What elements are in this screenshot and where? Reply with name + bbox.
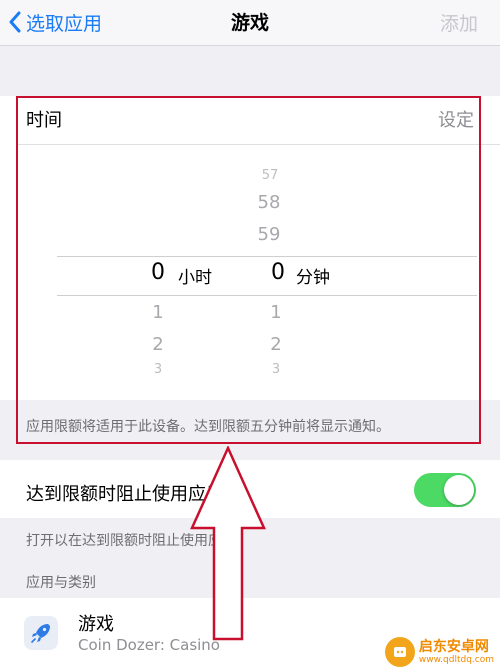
time-limit-footnote: 应用限额将适用于此设备。达到限额五分钟前将显示通知。	[26, 419, 390, 435]
navigation-bar: 选取应用 游戏 添加	[0, 0, 500, 46]
block-at-limit-footnote: 打开以在达到限额时阻止使用应用。	[26, 533, 250, 549]
picker-hour-option[interactable]: 2	[138, 334, 178, 355]
picker-hours-unit: 小时	[178, 268, 212, 288]
watermark: 启东安卓网 www.qdltdq.com	[384, 637, 494, 667]
watermark-url: www.qdltdq.com	[418, 654, 494, 665]
divider	[16, 144, 500, 145]
switch-knob	[444, 475, 474, 505]
picker-hour-option[interactable]: 59	[249, 224, 289, 245]
page-title: 游戏	[230, 12, 269, 34]
add-button[interactable]: 添加	[440, 9, 478, 36]
apps-section-header: 应用与类别	[26, 575, 96, 591]
picker-hour-option[interactable]: 1	[138, 302, 178, 323]
picker-minutes-selected[interactable]: 0	[258, 260, 298, 285]
block-at-limit-row: 达到限额时阻止使用应用	[0, 460, 500, 518]
picker-selection-line	[57, 256, 477, 257]
picker-selection-line	[57, 295, 477, 296]
watermark-name: 启东安卓网	[418, 638, 489, 655]
picker-minutes-unit: 分钟	[296, 268, 330, 288]
picker-minute-option[interactable]: 2	[256, 334, 296, 355]
picker-minute-option[interactable]: 3	[256, 362, 296, 377]
picker-minute-option[interactable]: 1	[256, 302, 296, 323]
time-limit-card: 时间 设定 57 58 59 0 小时 0 分钟 1 2 3 1 2 3	[0, 96, 500, 400]
picker-hour-option[interactable]: 57	[250, 168, 290, 183]
watermark-logo-icon	[384, 637, 415, 667]
time-label: 时间	[26, 110, 62, 131]
set-time-button[interactable]: 设定	[438, 106, 474, 132]
picker-hours-selected[interactable]: 0	[138, 260, 178, 285]
rocket-icon	[24, 616, 58, 650]
app-category-name: 游戏	[78, 614, 114, 635]
block-at-limit-label: 达到限额时阻止使用应用	[26, 484, 224, 505]
picker-hour-option[interactable]: 3	[138, 362, 178, 377]
app-category-subtitle: Coin Dozer: Casino	[78, 636, 220, 654]
block-at-limit-switch[interactable]	[414, 473, 476, 507]
picker-hour-option[interactable]: 58	[249, 192, 289, 213]
